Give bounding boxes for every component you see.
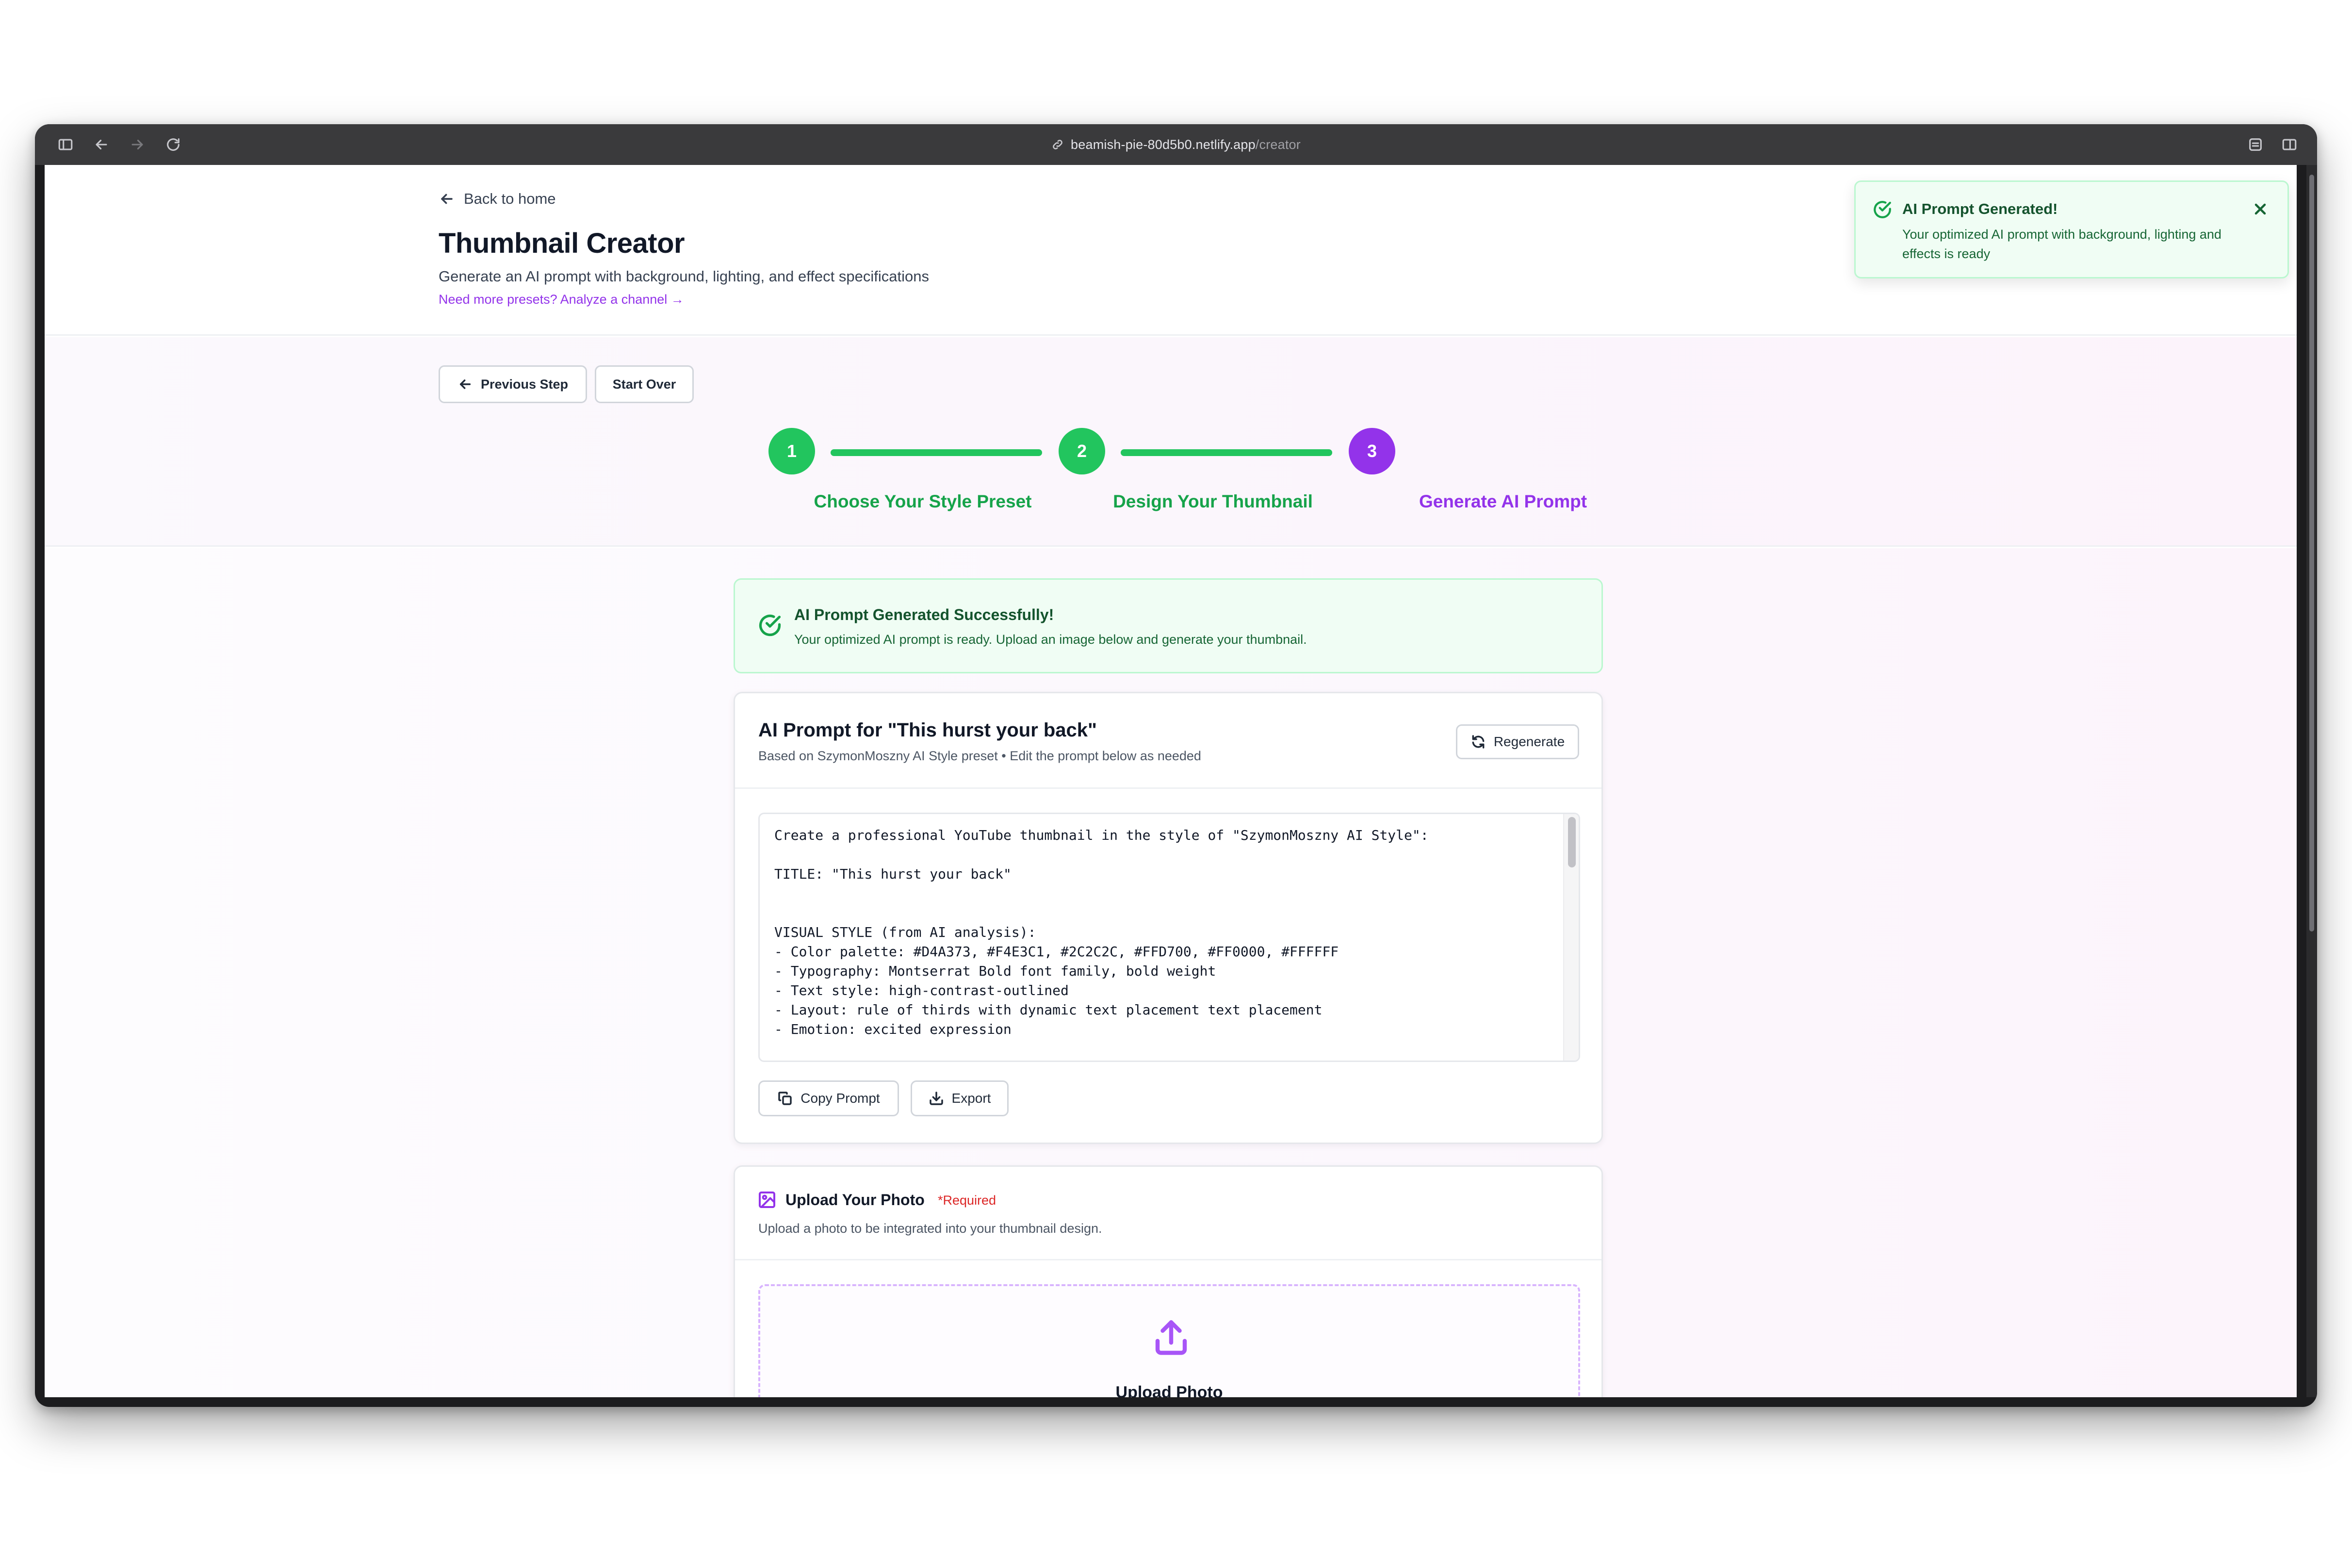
toast-message: Your optimized AI prompt with background… — [1902, 227, 2221, 261]
back-to-home-link[interactable]: Back to home — [439, 190, 556, 208]
step-1-circle: 1 — [768, 428, 815, 474]
browser-toolbar: beamish-pie-80d5b0.netlify.app/creator — [35, 124, 2317, 165]
upload-photo-card: Upload Your Photo *Required Upload a pho… — [734, 1165, 1603, 1397]
close-icon[interactable] — [2252, 200, 2269, 218]
step-3-circle: 3 — [1349, 428, 1395, 474]
page-scroll-thumb[interactable] — [2309, 175, 2314, 931]
upload-title: Upload Your Photo — [785, 1191, 925, 1209]
photo-dropzone[interactable]: Upload Photo — [758, 1284, 1580, 1397]
arrow-left-icon — [441, 194, 453, 204]
step-1-label: Choose Your Style Preset — [814, 491, 1032, 511]
split-view-icon[interactable] — [2279, 134, 2300, 155]
check-circle-icon — [757, 613, 783, 638]
step-2-circle: 2 — [1059, 428, 1105, 474]
copy-icon — [778, 1092, 792, 1105]
toast-title: AI Prompt Generated! — [1902, 200, 2058, 217]
regenerate-label: Regenerate — [1493, 734, 1565, 749]
link-icon — [1053, 140, 1062, 149]
page-title: Thumbnail Creator — [439, 228, 685, 259]
prompt-card-title: AI Prompt for "This hurst your back" — [758, 719, 1097, 741]
url-path: /creator — [1255, 137, 1301, 152]
upload-subtitle: Upload a photo to be integrated into you… — [758, 1221, 1102, 1236]
page-header: Back to home Thumbnail Creator Generate … — [45, 165, 2297, 336]
main-content: AI Prompt Generated Successfully! Your o… — [45, 548, 2297, 1397]
copy-prompt-label: Copy Prompt — [800, 1091, 880, 1106]
page-subtitle: Generate an AI prompt with background, l… — [439, 268, 929, 285]
textarea-scroll-thumb[interactable] — [1568, 817, 1576, 867]
prompt-textarea[interactable]: Create a professional YouTube thumbnail … — [758, 813, 1580, 1062]
success-title: AI Prompt Generated Successfully! — [794, 606, 1054, 623]
check-circle-icon — [1872, 199, 1893, 220]
success-banner: AI Prompt Generated Successfully! Your o… — [734, 578, 1603, 673]
image-icon — [757, 1190, 777, 1209]
page-scrollbar[interactable] — [2306, 165, 2317, 1397]
copy-prompt-button[interactable]: Copy Prompt — [758, 1080, 899, 1116]
arrow-left-icon — [459, 379, 471, 389]
prompt-text: Create a professional YouTube thumbnail … — [774, 827, 1429, 1037]
dropzone-label: Upload Photo — [1115, 1383, 1223, 1397]
toast-notification: AI Prompt Generated! Your optimized AI p… — [1854, 180, 2289, 278]
textarea-scrollbar[interactable] — [1563, 814, 1579, 1061]
back-to-home-label: Back to home — [464, 190, 556, 207]
step-3-label: Generate AI Prompt — [1419, 491, 1587, 511]
upload-icon — [1151, 1317, 1192, 1358]
card-divider — [735, 1259, 1601, 1260]
analyze-channel-link[interactable]: Need more presets? Analyze a channel → — [439, 292, 684, 307]
address-bar[interactable]: beamish-pie-80d5b0.netlify.app/creator — [35, 124, 2317, 165]
previous-step-button[interactable]: Previous Step — [439, 365, 587, 403]
reader-icon[interactable] — [2245, 134, 2266, 155]
required-badge: *Required — [938, 1193, 996, 1208]
ai-prompt-card: AI Prompt for "This hurst your back" Bas… — [734, 692, 1603, 1144]
step-connector-1 — [831, 449, 1042, 456]
export-button[interactable]: Export — [911, 1080, 1009, 1116]
browser-window: beamish-pie-80d5b0.netlify.app/creator B… — [35, 124, 2317, 1407]
prompt-card-subtitle: Based on SzymonMoszny AI Style preset • … — [758, 749, 1201, 763]
step-2-label: Design Your Thumbnail — [1113, 491, 1313, 511]
download-icon — [929, 1092, 943, 1105]
regenerate-button[interactable]: Regenerate — [1456, 724, 1579, 759]
card-divider — [735, 787, 1601, 789]
previous-step-label: Previous Step — [480, 376, 569, 392]
stepper-section: Previous Step Start Over 1 2 3 Choose Yo… — [45, 337, 2297, 547]
step-connector-2 — [1121, 449, 1332, 456]
start-over-button[interactable]: Start Over — [595, 365, 694, 403]
refresh-icon — [1472, 735, 1485, 749]
export-label: Export — [951, 1091, 991, 1106]
url-host: beamish-pie-80d5b0.netlify.app — [1071, 137, 1256, 152]
success-message: Your optimized AI prompt is ready. Uploa… — [794, 632, 1307, 647]
page-viewport: Back to home Thumbnail Creator Generate … — [45, 165, 2297, 1397]
